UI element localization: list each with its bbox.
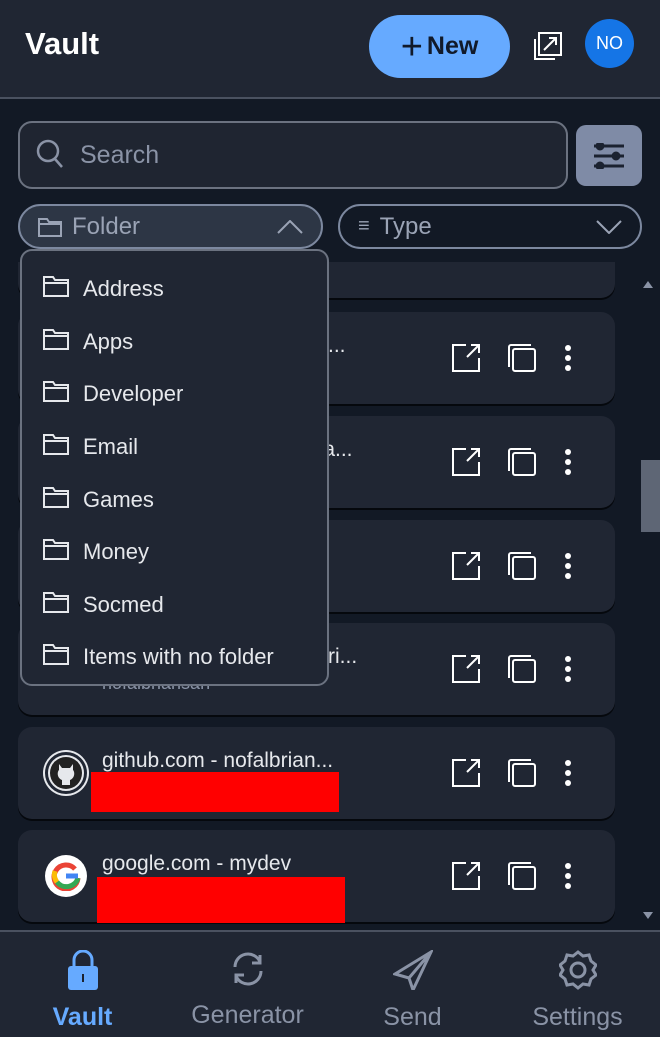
scrollbar-thumb[interactable] xyxy=(641,460,660,532)
folder-option[interactable]: Socmed xyxy=(22,579,327,632)
redacted-username xyxy=(97,877,345,923)
github-icon xyxy=(45,752,87,794)
copy-icon[interactable] xyxy=(507,758,537,788)
scroll-up-arrow[interactable] xyxy=(643,281,653,288)
folder-icon xyxy=(43,328,69,356)
folder-option[interactable]: Items with no folder xyxy=(22,631,327,684)
vault-item[interactable]: google.com - mydev xyxy=(18,830,615,923)
launch-icon[interactable] xyxy=(452,862,480,890)
launch-icon[interactable] xyxy=(452,552,480,580)
folder-option[interactable]: Money xyxy=(22,526,327,579)
chevron-up-icon xyxy=(277,219,303,234)
folder-icon xyxy=(43,486,69,514)
redacted-username xyxy=(91,772,339,812)
launch-icon[interactable] xyxy=(452,759,480,787)
filter-button[interactable] xyxy=(576,125,642,186)
item-title: google.com - mydev xyxy=(102,852,292,875)
nav-vault[interactable]: Vault xyxy=(0,932,165,1037)
search-box[interactable] xyxy=(18,121,568,189)
nav-generator[interactable]: Generator xyxy=(165,932,330,1037)
more-options-icon[interactable] xyxy=(564,344,572,372)
more-options-icon[interactable] xyxy=(564,448,572,476)
chevron-down-icon xyxy=(596,219,622,234)
search-input[interactable] xyxy=(80,140,520,170)
folder-icon xyxy=(43,433,69,461)
google-icon xyxy=(45,855,87,897)
more-options-icon[interactable] xyxy=(564,655,572,683)
launch-icon[interactable] xyxy=(452,448,480,476)
copy-icon[interactable] xyxy=(507,654,537,684)
sliders-icon xyxy=(594,142,624,169)
folder-icon xyxy=(43,380,69,408)
item-title: github.com - nofalbrian... xyxy=(102,749,334,772)
vault-item[interactable]: github.com - nofalbrian... xyxy=(18,727,615,819)
folder-icon xyxy=(38,217,62,237)
copy-icon[interactable] xyxy=(507,343,537,373)
header: Vault + New NO xyxy=(0,0,660,99)
list-icon: ≡ xyxy=(358,215,370,237)
folder-option[interactable]: Developer xyxy=(22,368,327,421)
paper-plane-icon xyxy=(390,948,435,997)
more-options-icon[interactable] xyxy=(564,862,572,890)
type-filter-label: Type xyxy=(379,212,432,240)
lock-icon xyxy=(66,949,100,997)
folder-icon xyxy=(43,591,69,619)
search-icon xyxy=(36,139,63,168)
avatar[interactable]: NO xyxy=(585,19,634,68)
copy-icon[interactable] xyxy=(507,447,537,477)
more-options-icon[interactable] xyxy=(564,759,572,787)
copy-icon[interactable] xyxy=(507,861,537,891)
folder-icon xyxy=(43,538,69,566)
plus-icon: + xyxy=(400,25,423,68)
folder-option[interactable]: Apps xyxy=(22,316,327,369)
nav-settings[interactable]: Settings xyxy=(495,932,660,1037)
folder-option[interactable]: Address xyxy=(22,263,327,316)
folder-icon xyxy=(43,643,69,671)
folder-filter[interactable]: Folder xyxy=(18,204,323,249)
page-title: Vault xyxy=(25,26,100,61)
refresh-icon xyxy=(229,950,267,995)
new-button[interactable]: + New xyxy=(369,15,510,78)
folder-dropdown-menu: Address Apps Developer Email Games Money Socme… xyxy=(20,249,329,686)
gear-icon xyxy=(557,950,598,997)
folder-option[interactable]: Email xyxy=(22,421,327,474)
launch-icon[interactable] xyxy=(452,344,480,372)
type-filter[interactable]: ≡ Type xyxy=(338,204,642,249)
launch-icon[interactable] xyxy=(452,655,480,683)
folder-icon xyxy=(43,275,69,303)
more-options-icon[interactable] xyxy=(564,552,572,580)
popout-icon[interactable] xyxy=(533,31,563,66)
copy-icon[interactable] xyxy=(507,551,537,581)
nav-send[interactable]: Send xyxy=(330,932,495,1037)
folder-option[interactable]: Games xyxy=(22,473,327,526)
folder-filter-label: Folder xyxy=(72,212,141,240)
bottom-nav: Vault Generator Send Settings xyxy=(0,930,660,1037)
scroll-down-arrow[interactable] xyxy=(643,912,653,919)
